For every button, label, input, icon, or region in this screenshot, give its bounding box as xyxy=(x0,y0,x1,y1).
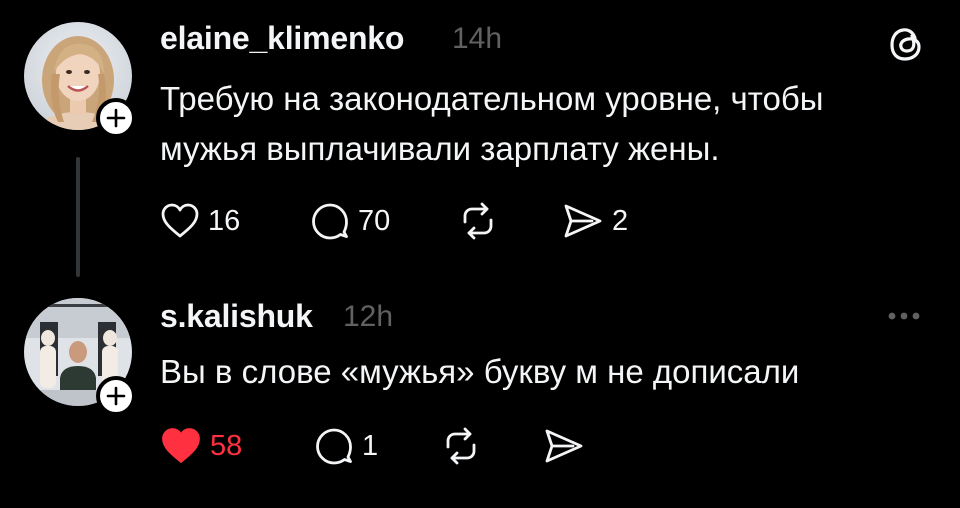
like-count: 16 xyxy=(208,204,241,237)
post-text-line: мужья выплачивали зарплату жены. xyxy=(160,130,720,167)
like-button[interactable]: 16 xyxy=(160,199,240,243)
comment-icon xyxy=(316,428,352,465)
threads-logo-icon[interactable] xyxy=(886,24,926,64)
reply-button[interactable]: 70 xyxy=(310,199,390,243)
more-options-icon[interactable] xyxy=(884,306,924,326)
post-timestamp: 14h xyxy=(452,22,503,55)
repost-button[interactable] xyxy=(457,199,499,243)
reply-count: 1 xyxy=(362,429,379,462)
like-button[interactable]: 58 xyxy=(160,424,242,468)
author-avatar-container[interactable] xyxy=(24,298,136,416)
share-button[interactable] xyxy=(543,424,585,468)
post-text-line: Вы в слове «мужья» букву м не дописали xyxy=(160,353,800,390)
follow-button[interactable] xyxy=(96,98,136,138)
like-count: 58 xyxy=(210,429,243,462)
send-icon xyxy=(564,204,602,238)
follow-button[interactable] xyxy=(96,376,136,416)
threads-feed: elaine_klimenko 14h Требую на законодате… xyxy=(0,0,960,508)
comment-icon xyxy=(312,203,348,240)
thread-connector-line xyxy=(76,157,80,277)
heart-icon xyxy=(161,203,199,238)
author-username[interactable]: elaine_klimenko xyxy=(160,20,404,57)
author-avatar-container[interactable] xyxy=(24,22,136,138)
post-timestamp: 12h xyxy=(343,300,394,333)
thread-post: elaine_klimenko 14h Требую на законодате… xyxy=(0,0,960,290)
share-count: 2 xyxy=(612,204,629,237)
reply-count: 70 xyxy=(358,204,391,237)
plus-icon xyxy=(106,386,126,406)
reply-button[interactable]: 1 xyxy=(314,424,378,468)
author-username[interactable]: s.kalishuk xyxy=(160,298,313,335)
share-button[interactable]: 2 xyxy=(562,199,628,243)
thread-post: s.kalishuk 12h Вы в слове «мужья» букву … xyxy=(0,290,960,508)
plus-icon xyxy=(106,108,126,128)
repost-icon xyxy=(446,427,476,465)
repost-button[interactable] xyxy=(440,424,482,468)
repost-icon xyxy=(463,202,493,240)
heart-icon xyxy=(162,428,200,463)
send-icon xyxy=(545,429,583,463)
post-text-line: Требую на законодательном уровне, чтобы xyxy=(160,80,824,117)
